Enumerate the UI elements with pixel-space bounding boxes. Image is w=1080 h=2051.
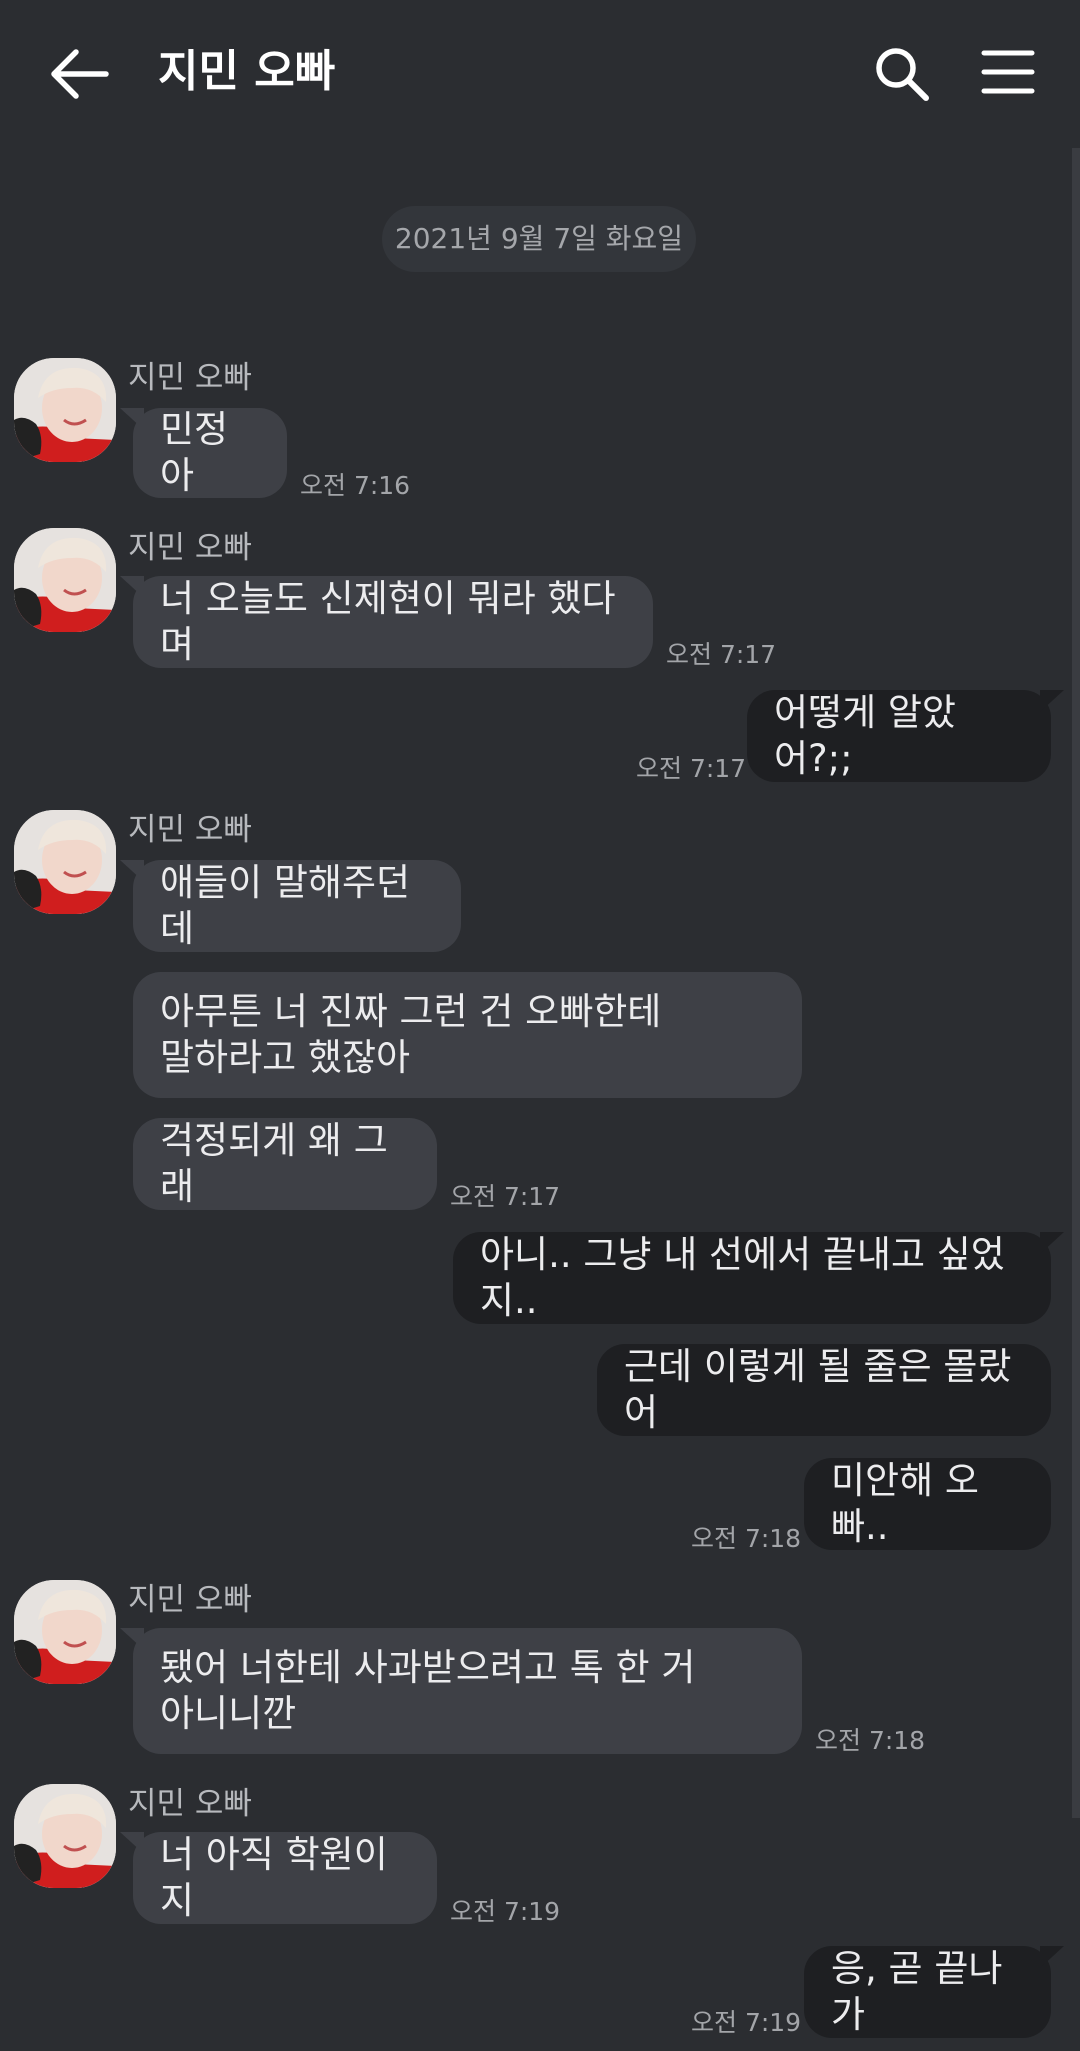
chat-header: 지민 오빠 — [0, 0, 1080, 150]
message-text: 너 아직 학원이지 — [160, 1833, 388, 1922]
message-bubble-incoming[interactable]: 걱정되게 왜 그래 — [133, 1118, 437, 1210]
message-text: 근데 이렇게 될 줄은 몰랐어 — [624, 1345, 1012, 1434]
message-text: 걱정되게 왜 그래 — [160, 1119, 388, 1208]
sender-name: 지민 오빠 — [128, 530, 252, 566]
message-text: 민정아 — [160, 408, 229, 497]
message-bubble-outgoing[interactable]: 미안해 오빠.. — [804, 1458, 1051, 1550]
message-text: 너 오늘도 신제현이 뭐라 했다며 — [160, 577, 616, 666]
message-bubble-outgoing[interactable]: 아니.. 그냥 내 선에서 끝내고 싶었지.. — [453, 1232, 1051, 1324]
sender-name: 지민 오빠 — [128, 1786, 252, 1822]
message-text: 아니.. 그냥 내 선에서 끝내고 싶었지.. — [480, 1233, 1005, 1322]
message-bubble-outgoing[interactable]: 근데 이렇게 될 줄은 몰랐어 — [597, 1344, 1051, 1436]
message-time: 오전 7:19 — [691, 2008, 802, 2037]
sender-name: 지민 오빠 — [128, 1582, 252, 1618]
avatar[interactable] — [14, 358, 116, 462]
message-text: 응, 곧 끝나가 — [831, 1947, 1003, 2036]
message-text-line: 아니니깐 — [160, 1692, 297, 1735]
sender-name: 지민 오빠 — [128, 360, 252, 396]
bubble-tail — [1040, 690, 1064, 712]
message-bubble-outgoing[interactable]: 어떻게 알았어?;; — [747, 690, 1051, 782]
search-icon[interactable] — [872, 44, 932, 104]
scrollbar[interactable] — [1072, 148, 1080, 1818]
message-bubble-incoming[interactable]: 너 아직 학원이지 — [133, 1832, 437, 1924]
sender-name: 지민 오빠 — [128, 812, 252, 848]
avatar[interactable] — [14, 1580, 116, 1684]
message-time: 오전 7:16 — [300, 471, 411, 500]
message-bubble-outgoing[interactable]: 응, 곧 끝나가 — [804, 1946, 1051, 2038]
message-bubble-incoming[interactable]: 너 오늘도 신제현이 뭐라 했다며 — [133, 576, 653, 668]
message-time: 오전 7:18 — [691, 1524, 802, 1553]
message-bubble-incoming[interactable]: 애들이 말해주던데 — [133, 860, 461, 952]
message-time: 오전 7:17 — [666, 640, 777, 669]
message-bubble-incoming[interactable]: 아무튼 너 진짜 그런 건 오빠한테 말하라고 했잖아 — [133, 972, 802, 1098]
message-bubble-incoming[interactable]: 민정아 — [133, 408, 287, 498]
message-time: 오전 7:19 — [450, 1897, 561, 1926]
avatar[interactable] — [14, 810, 116, 914]
menu-icon[interactable] — [980, 48, 1036, 96]
back-arrow-icon[interactable] — [48, 48, 110, 100]
message-text-line: 됐어 너한테 사과받으려고 톡 한 거 — [160, 1646, 696, 1689]
message-text-line: 아무튼 너 진짜 그런 건 오빠한테 — [160, 990, 662, 1033]
date-divider: 2021년 9월 7일 화요일 — [382, 206, 696, 272]
message-time: 오전 7:17 — [636, 754, 747, 783]
message-text: 미안해 오빠.. — [831, 1459, 979, 1548]
message-text: 애들이 말해주던데 — [160, 861, 411, 950]
chat-title: 지민 오빠 — [158, 46, 336, 97]
bubble-tail — [1040, 1946, 1064, 1968]
bubble-tail — [1040, 1232, 1064, 1254]
message-bubble-incoming[interactable]: 됐어 너한테 사과받으려고 톡 한 거 아니니깐 — [133, 1628, 802, 1754]
avatar[interactable] — [14, 1784, 116, 1888]
message-time: 오전 7:17 — [450, 1182, 561, 1211]
message-time: 오전 7:18 — [815, 1726, 926, 1755]
message-text: 어떻게 알았어?;; — [774, 691, 956, 780]
avatar[interactable] — [14, 528, 116, 632]
message-text-line: 말하라고 했잖아 — [160, 1036, 411, 1079]
